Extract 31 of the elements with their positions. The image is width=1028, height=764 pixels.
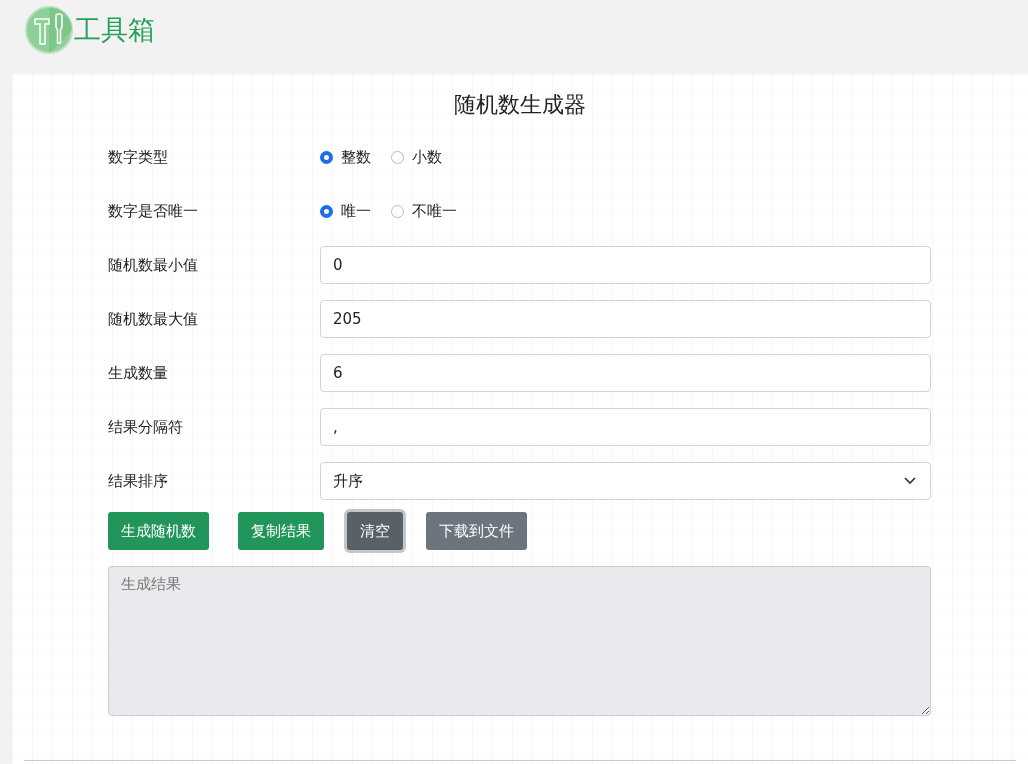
field-label: 数字类型 <box>108 147 169 167</box>
input-field[interactable]: 6 <box>320 354 931 392</box>
field-label: 随机数最大值 <box>108 309 199 329</box>
field-label: 结果分隔符 <box>108 417 184 437</box>
option-label: 不唯一 <box>412 201 457 221</box>
tools-logo-icon <box>24 5 74 55</box>
field-label: 结果排序 <box>108 471 169 491</box>
sort-select[interactable]: 升序 <box>320 462 931 500</box>
action-button[interactable]: 下载到文件 <box>426 512 527 550</box>
chevron-down-icon <box>904 477 916 485</box>
option-label: 整数 <box>341 147 371 167</box>
radio-option[interactable]: 整数 <box>320 147 371 167</box>
radio-button[interactable] <box>391 204 404 218</box>
action-button[interactable]: 清空 <box>347 512 403 550</box>
field-label: 生成数量 <box>108 363 169 383</box>
action-button[interactable]: 复制结果 <box>238 512 324 550</box>
input-field[interactable]: , <box>320 408 931 446</box>
radio-option[interactable]: 不唯一 <box>391 201 457 221</box>
field-label: 随机数最小值 <box>108 255 199 275</box>
radio-button[interactable] <box>391 150 404 164</box>
radio-button[interactable] <box>320 150 333 164</box>
radio-button[interactable] <box>320 204 333 218</box>
page-title: 随机数生成器 <box>453 91 587 119</box>
option-label: 唯一 <box>341 201 371 221</box>
radio-option[interactable]: 小数 <box>391 147 442 167</box>
action-button[interactable]: 生成随机数 <box>108 512 209 550</box>
field-label: 数字是否唯一 <box>108 201 199 221</box>
input-field[interactable]: 205 <box>320 300 931 338</box>
option-label: 小数 <box>412 147 442 167</box>
radio-option[interactable]: 唯一 <box>320 201 371 221</box>
input-field[interactable]: 0 <box>320 246 931 284</box>
